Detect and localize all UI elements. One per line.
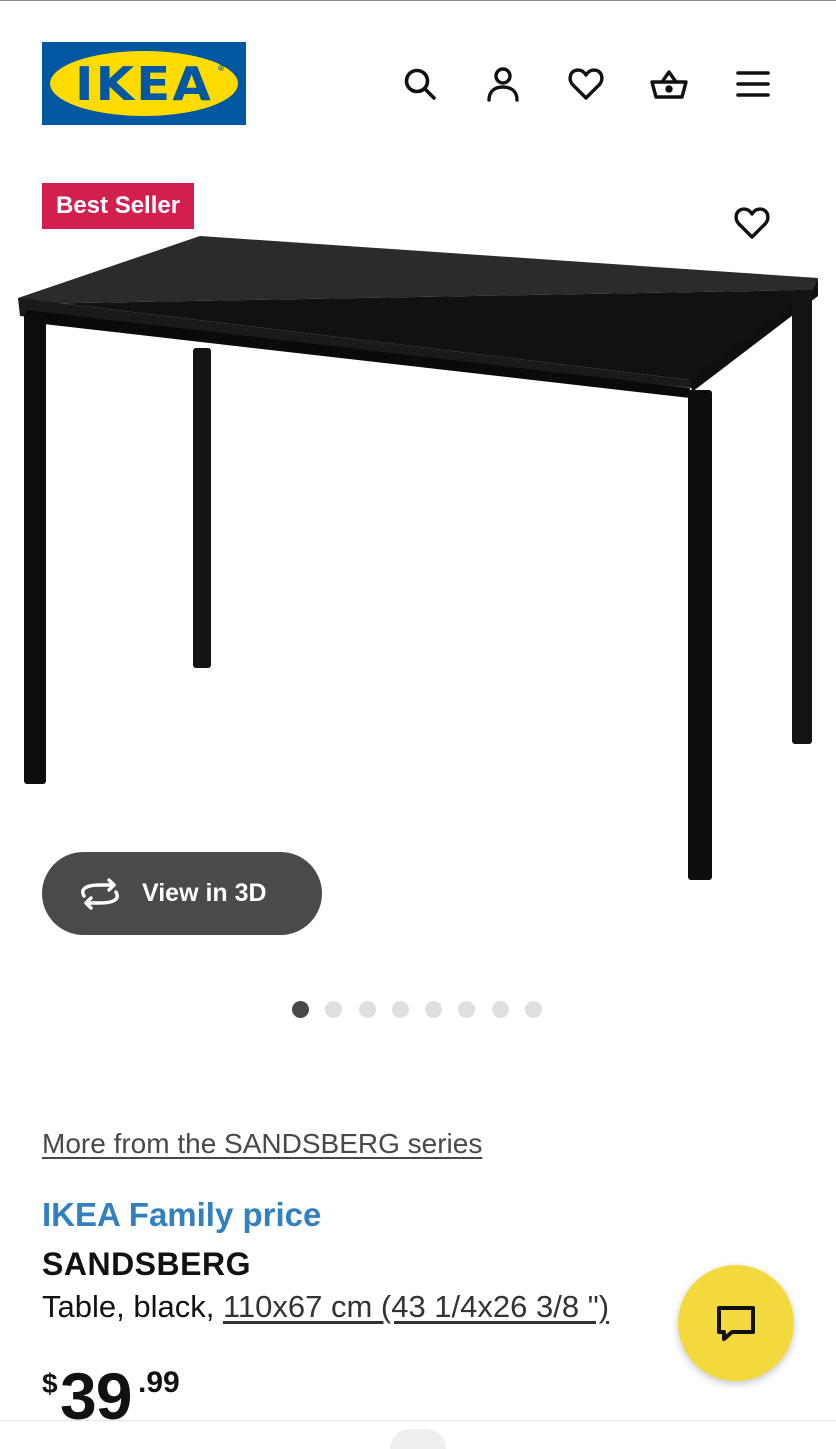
- chat-bubble-icon: [717, 1306, 755, 1341]
- scroll-handle[interactable]: [390, 1429, 446, 1449]
- best-seller-badge: Best Seller: [42, 183, 195, 229]
- heart-icon[interactable]: [564, 62, 608, 106]
- pagination-dot-4[interactable]: [391, 1001, 409, 1018]
- rotate-3d-icon: [81, 877, 119, 910]
- pagination-dot-1[interactable]: [292, 1001, 309, 1018]
- add-to-wishlist-heart-icon[interactable]: [728, 200, 776, 246]
- product-name: SANDSBERG: [42, 1246, 251, 1282]
- chat-button[interactable]: [678, 1265, 794, 1381]
- bottom-sheet-edge: [0, 1420, 836, 1449]
- pagination-dot-5[interactable]: [425, 1001, 443, 1018]
- product-description-text: Table, black,: [42, 1289, 223, 1324]
- account-icon[interactable]: [481, 62, 525, 106]
- logo-text: IKEA: [74, 56, 214, 111]
- view-in-3d-label: View in 3D: [142, 879, 267, 907]
- pagination-dot-6[interactable]: [458, 1001, 476, 1018]
- menu-icon[interactable]: [731, 62, 775, 106]
- pagination-dot-7[interactable]: [491, 1001, 509, 1018]
- cart-icon[interactable]: [647, 62, 691, 106]
- logo-registered-mark: ®: [218, 64, 224, 73]
- product-image[interactable]: [0, 230, 836, 900]
- family-price-label: IKEA Family price: [42, 1196, 322, 1233]
- view-in-3d-button[interactable]: View in 3D: [42, 852, 322, 935]
- price-currency: $: [42, 1368, 58, 1399]
- pagination-dot-8[interactable]: [525, 1001, 543, 1018]
- ikea-logo[interactable]: IKEA ®: [42, 42, 246, 125]
- product-size-link[interactable]: 110x67 cm (43 1/4x26 3/8 "): [223, 1289, 609, 1324]
- series-link[interactable]: More from the SANDSBERG series: [42, 1128, 482, 1160]
- pagination-dot-2[interactable]: [325, 1001, 343, 1018]
- pagination-dot-3[interactable]: [358, 1001, 376, 1018]
- product-description: Table, black, 110x67 cm (43 1/4x26 3/8 "…: [42, 1289, 609, 1325]
- image-pagination: [292, 1001, 558, 1019]
- top-divider: [0, 0, 836, 1]
- price-decimal: .99: [138, 1366, 180, 1399]
- search-icon[interactable]: [398, 62, 442, 106]
